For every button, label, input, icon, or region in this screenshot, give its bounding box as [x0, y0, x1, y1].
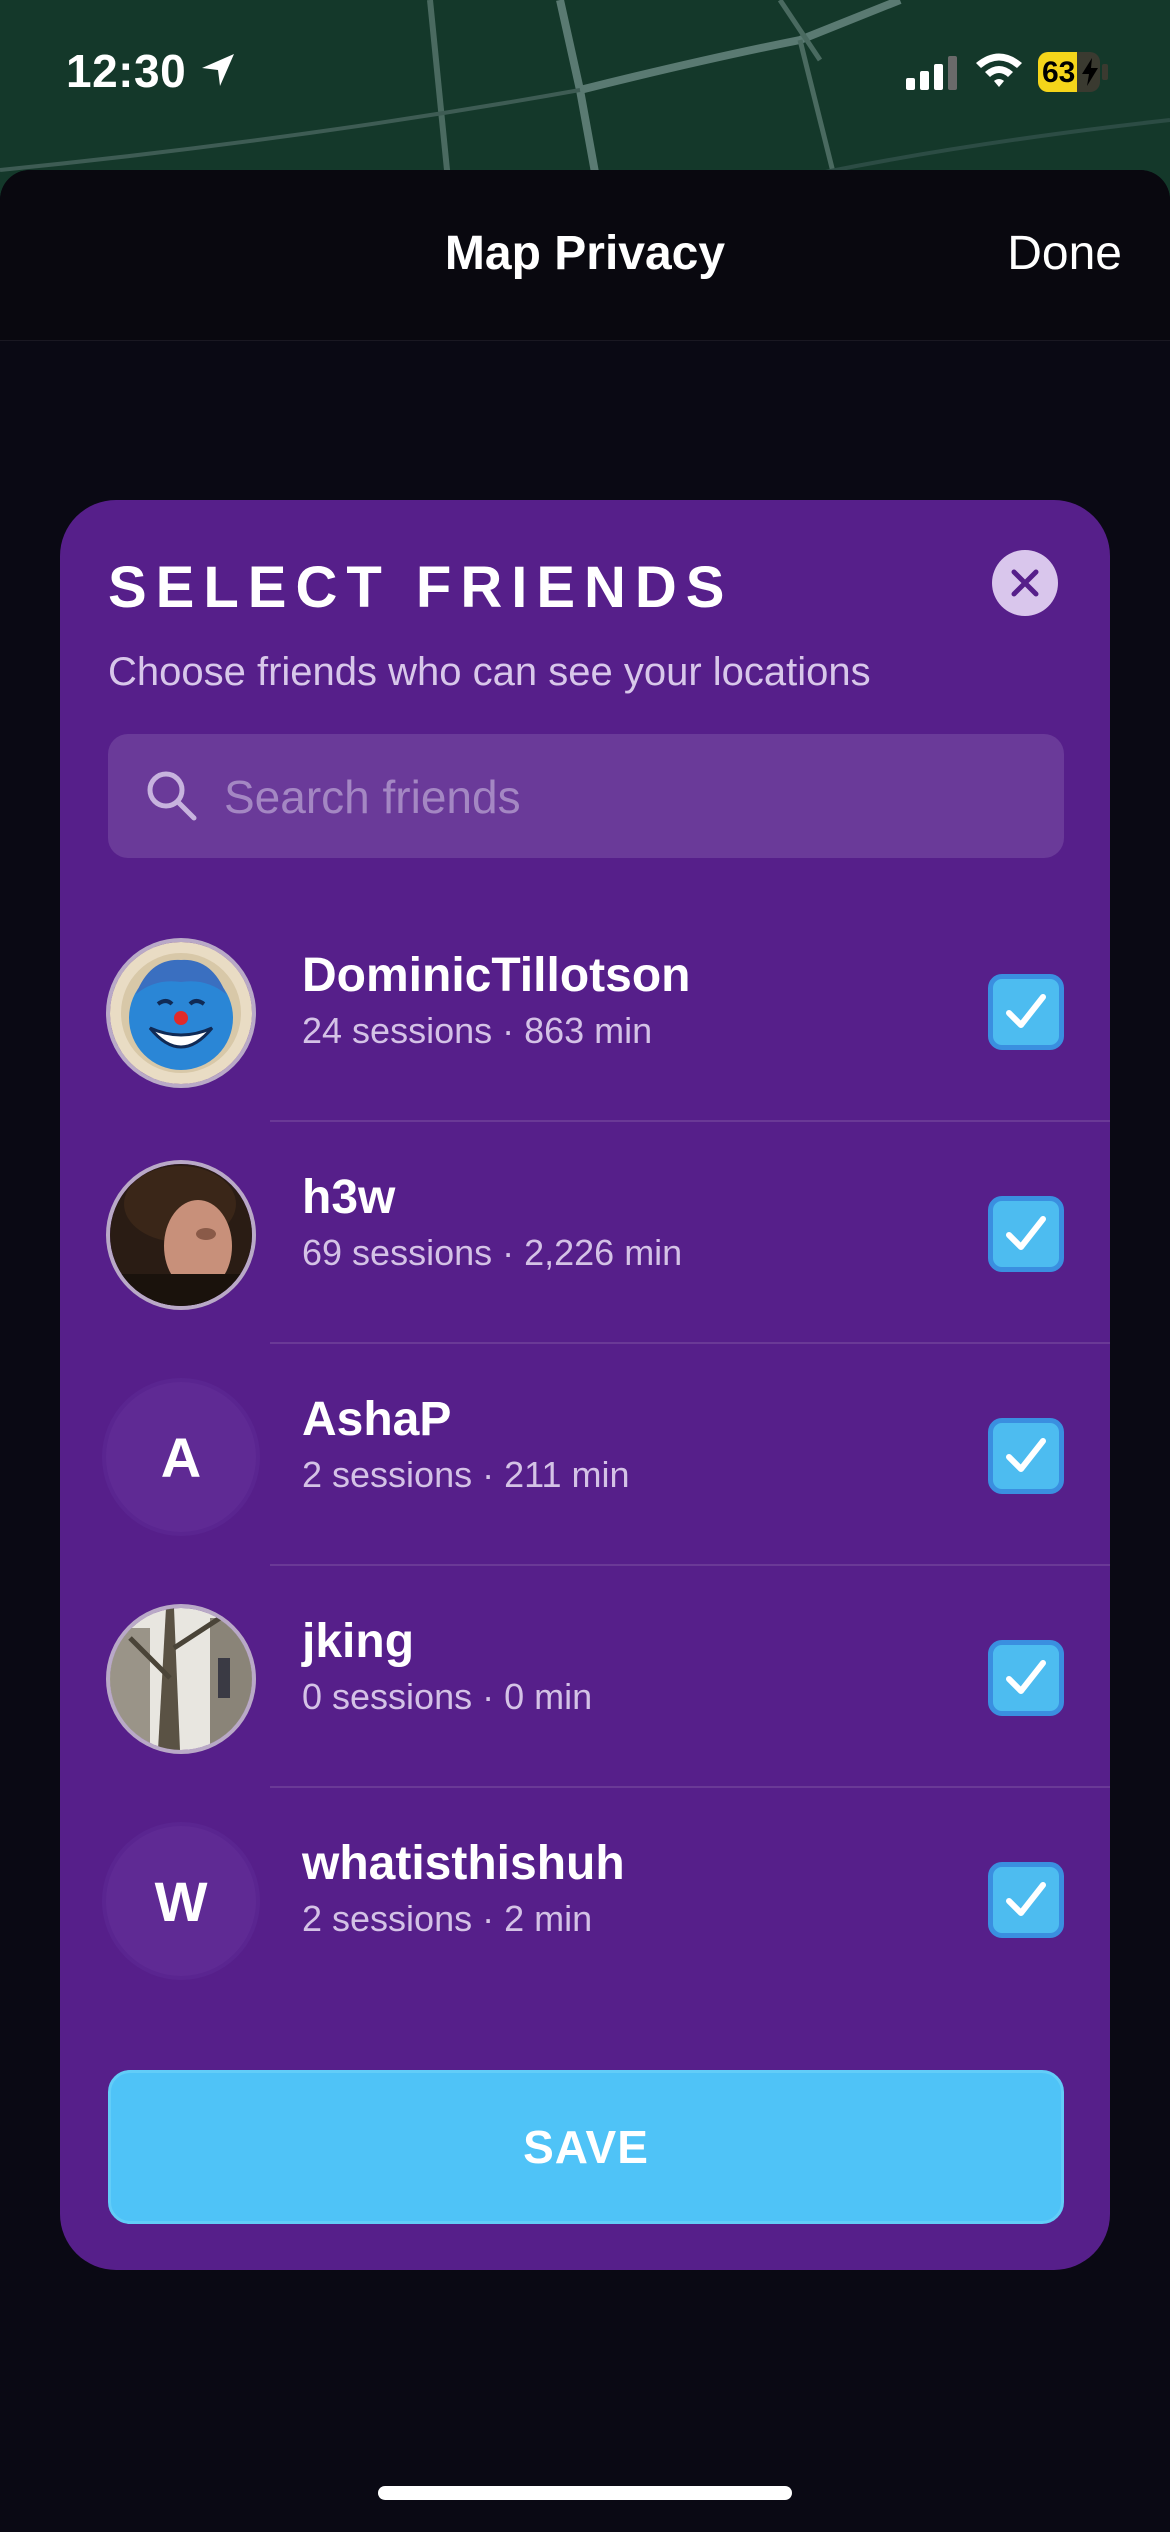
friend-stats: 69 sessions · 2,226 min — [302, 1232, 683, 1273]
friend-name: whatisthishuh — [302, 1837, 625, 1890]
page-title: Map Privacy — [444, 227, 726, 280]
friend-row[interactable]: h3w 69 sessions · 2,226 min — [60, 1122, 1110, 1344]
search-input[interactable] — [222, 758, 1026, 836]
friend-stats: 2 sessions · 2 min — [302, 1898, 593, 1939]
avatar: W — [106, 1826, 256, 1976]
battery-icon: 63 — [1038, 52, 1110, 92]
friend-name: AshaP — [302, 1393, 452, 1446]
search-box[interactable] — [108, 734, 1064, 858]
friend-row[interactable]: jking 0 sessions · 0 min — [60, 1566, 1110, 1788]
done-button[interactable]: Done — [1007, 226, 1122, 281]
battery-percent: 63 — [1042, 56, 1076, 89]
friend-checkbox[interactable] — [988, 1418, 1064, 1494]
close-button[interactable] — [992, 550, 1058, 616]
friend-checkbox[interactable] — [988, 1862, 1064, 1938]
friend-checkbox[interactable] — [988, 974, 1064, 1050]
wifi-icon — [974, 50, 1024, 95]
checkmark-icon — [1006, 1216, 1046, 1250]
checkmark-icon — [1006, 1660, 1046, 1694]
avatar — [106, 1160, 256, 1310]
friend-row[interactable]: A AshaP 2 sessions · 211 min — [60, 1344, 1110, 1566]
cellular-signal-icon — [906, 56, 960, 95]
friend-checkbox[interactable] — [988, 1640, 1064, 1716]
modal-subtitle: Choose friends who can see your location… — [108, 650, 871, 694]
close-icon — [1011, 569, 1039, 597]
friend-name: DominicTillotson — [302, 949, 691, 1002]
search-icon — [147, 771, 197, 821]
friend-stats: 2 sessions · 211 min — [302, 1454, 630, 1495]
checkmark-icon — [1006, 1882, 1046, 1916]
status-bar: 12:30 63 — [0, 0, 1170, 150]
friend-checkbox[interactable] — [988, 1196, 1064, 1272]
checkmark-icon — [1006, 1438, 1046, 1472]
friend-name: jking — [302, 1615, 415, 1668]
location-arrow-icon — [200, 52, 236, 93]
friend-row[interactable]: DominicTillotson 24 sessions · 863 min — [60, 900, 1110, 1122]
avatar: A — [106, 1382, 256, 1532]
checkmark-icon — [1006, 994, 1046, 1028]
friend-stats: 24 sessions · 863 min — [302, 1010, 653, 1051]
avatar — [106, 938, 256, 1088]
save-button[interactable]: SAVE — [108, 2070, 1064, 2224]
friend-name: h3w — [302, 1171, 396, 1224]
friend-stats: 0 sessions · 0 min — [302, 1676, 593, 1717]
select-friends-modal: SELECT FRIENDS Choose friends who can se… — [60, 500, 1110, 2270]
modal-title: SELECT FRIENDS — [108, 555, 734, 620]
nav-bar: Map Privacy Done — [0, 170, 1170, 341]
status-time: 12:30 — [66, 45, 187, 97]
friend-row[interactable]: W whatisthishuh 2 sessions · 2 min — [60, 1788, 1110, 2010]
home-indicator — [378, 2486, 792, 2500]
friend-list: DominicTillotson 24 sessions · 863 min h… — [60, 900, 1110, 2010]
avatar — [106, 1604, 256, 1754]
